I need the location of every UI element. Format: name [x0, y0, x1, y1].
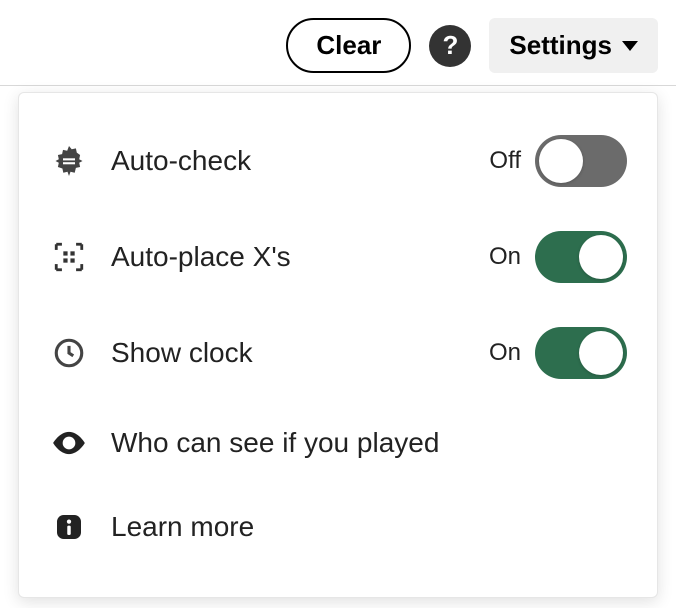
help-icon[interactable]: ? [429, 25, 471, 67]
toggle-state-label: On [489, 243, 521, 271]
chevron-down-icon [622, 41, 638, 51]
grid-icon [49, 237, 89, 277]
auto-place-x-toggle[interactable] [535, 231, 627, 283]
info-icon [49, 507, 89, 547]
toggle-state-label: On [489, 339, 521, 367]
menu-item-auto-check: Auto-check Off [49, 113, 627, 209]
show-clock-toggle[interactable] [535, 327, 627, 379]
menu-item-auto-place-x: Auto-place X's On [49, 209, 627, 305]
settings-dropdown-panel: Auto-check Off Auto-place X's On [18, 92, 658, 598]
auto-check-toggle[interactable] [535, 135, 627, 187]
badge-icon [49, 141, 89, 181]
toggle-group: On [489, 327, 627, 379]
menu-item-show-clock: Show clock On [49, 305, 627, 401]
menu-label: Who can see if you played [111, 427, 627, 459]
toolbar: Clear ? Settings [0, 0, 676, 85]
clock-icon [49, 333, 89, 373]
toggle-group: On [489, 231, 627, 283]
toggle-knob [539, 139, 583, 183]
settings-button[interactable]: Settings [489, 18, 658, 73]
toggle-group: Off [489, 135, 627, 187]
menu-label: Auto-check [111, 145, 467, 177]
menu-label: Auto-place X's [111, 241, 467, 273]
clear-button[interactable]: Clear [286, 18, 411, 73]
menu-label: Learn more [111, 511, 627, 543]
menu-label: Show clock [111, 337, 467, 369]
toggle-knob [579, 235, 623, 279]
toggle-knob [579, 331, 623, 375]
settings-button-label: Settings [509, 30, 612, 61]
toggle-state-label: Off [489, 147, 521, 175]
toolbar-divider [0, 85, 676, 86]
eye-icon [49, 423, 89, 463]
menu-item-learn-more[interactable]: Learn more [49, 485, 627, 569]
menu-item-visibility[interactable]: Who can see if you played [49, 401, 627, 485]
